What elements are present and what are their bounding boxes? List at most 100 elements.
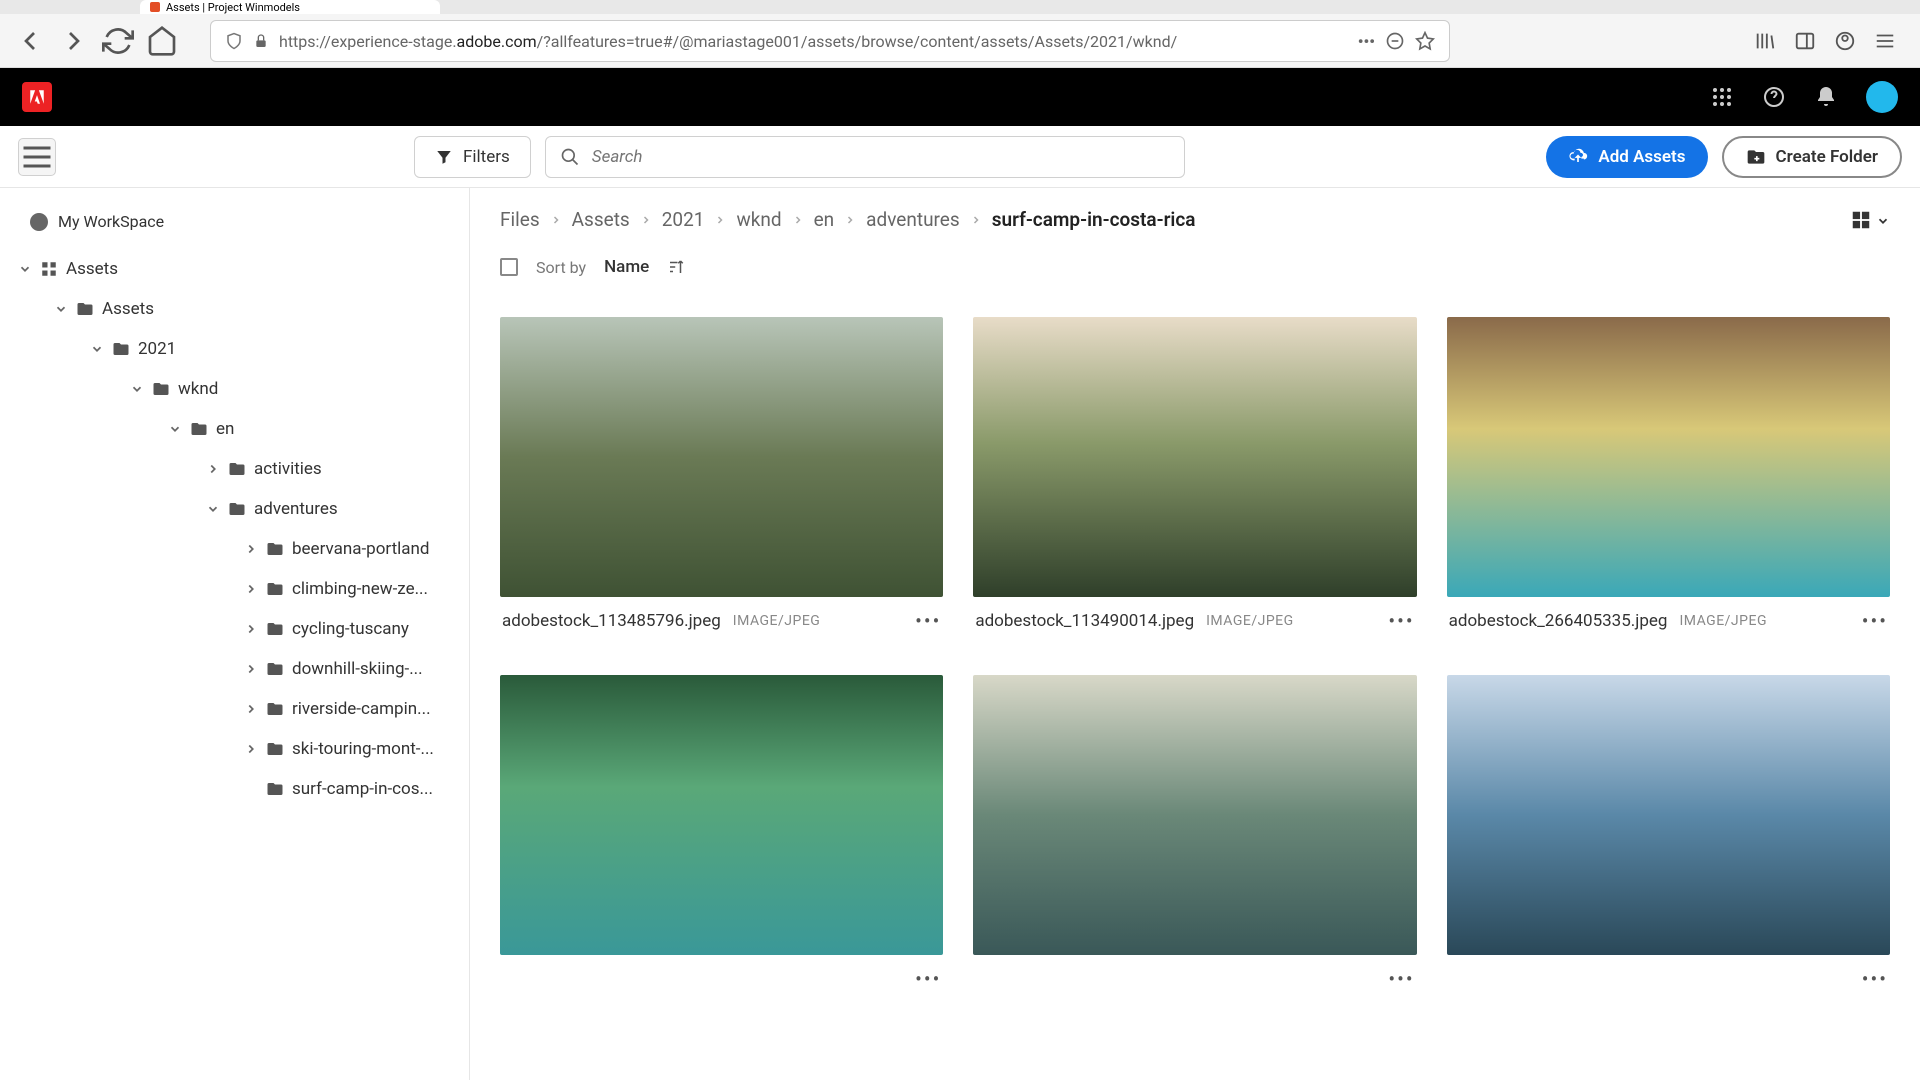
asset-thumbnail[interactable] — [1447, 317, 1890, 597]
more-icon[interactable]: ••• — [915, 967, 941, 991]
asset-card[interactable]: ••• — [500, 675, 943, 1003]
account-icon[interactable] — [1834, 30, 1856, 52]
tab-favicon-icon — [150, 2, 160, 12]
home-button[interactable] — [146, 25, 178, 57]
chevron-icon[interactable] — [130, 382, 144, 396]
filters-button[interactable]: Filters — [414, 136, 531, 178]
tree-item-beervana-portland[interactable]: beervana-portland — [10, 529, 459, 569]
create-folder-button[interactable]: Create Folder — [1722, 136, 1902, 178]
help-icon[interactable] — [1762, 85, 1786, 109]
reader-icon[interactable] — [1385, 31, 1405, 51]
browser-tab[interactable]: Assets | Project Winmodels — [140, 0, 440, 14]
chevron-icon[interactable] — [206, 502, 220, 516]
asset-card[interactable]: adobestock_266405335.jpegIMAGE/JPEG••• — [1447, 317, 1890, 645]
chevron-icon[interactable] — [244, 622, 258, 636]
tree-item-climbing-new-ze-[interactable]: climbing-new-ze... — [10, 569, 459, 609]
search-input[interactable] — [592, 147, 1170, 167]
tree-item-downhill-skiing-[interactable]: downhill-skiing-... — [10, 649, 459, 689]
chevron-icon[interactable] — [244, 582, 258, 596]
asset-card[interactable]: ••• — [973, 675, 1416, 1003]
library-icon[interactable] — [1754, 30, 1776, 52]
bookmark-icon[interactable] — [1415, 31, 1435, 51]
view-toggle[interactable] — [1850, 209, 1890, 231]
tree-item-wknd[interactable]: wknd — [10, 369, 459, 409]
folder-icon — [40, 260, 58, 278]
tree-item-assets[interactable]: Assets — [10, 289, 459, 329]
breadcrumb-files[interactable]: Files — [500, 208, 540, 231]
folder-icon — [266, 780, 284, 798]
search-box[interactable] — [545, 136, 1185, 178]
asset-card[interactable]: adobestock_113490014.jpegIMAGE/JPEG••• — [973, 317, 1416, 645]
adobe-logo-icon[interactable] — [22, 82, 52, 112]
url-text: https://experience-stage.adobe.com/?allf… — [279, 32, 1348, 51]
chevron-icon[interactable] — [244, 742, 258, 756]
folder-icon — [266, 740, 284, 758]
chevron-icon[interactable] — [18, 262, 32, 276]
chevron-down-icon — [1876, 213, 1890, 227]
back-button[interactable] — [14, 25, 46, 57]
select-all-checkbox[interactable] — [500, 258, 518, 276]
folder-icon — [266, 620, 284, 638]
tree-item-riverside-campin-[interactable]: riverside-campin... — [10, 689, 459, 729]
menu-icon[interactable] — [1874, 30, 1896, 52]
asset-thumbnail[interactable] — [973, 317, 1416, 597]
chevron-icon[interactable] — [244, 702, 258, 716]
add-assets-button[interactable]: Add Assets — [1546, 136, 1707, 178]
tree-item-adventures[interactable]: adventures — [10, 489, 459, 529]
url-bar[interactable]: https://experience-stage.adobe.com/?allf… — [210, 20, 1450, 62]
chevron-icon[interactable] — [168, 422, 182, 436]
asset-thumbnail[interactable] — [500, 675, 943, 955]
folder-plus-icon — [1746, 147, 1766, 167]
asset-thumbnail[interactable] — [500, 317, 943, 597]
tree-item-en[interactable]: en — [10, 409, 459, 449]
tree-item-label: riverside-campin... — [292, 699, 431, 719]
breadcrumb-en[interactable]: en — [814, 208, 835, 231]
more-icon[interactable]: ••• — [915, 609, 941, 633]
grid-view-icon — [1850, 209, 1872, 231]
folder-icon — [190, 420, 208, 438]
asset-card[interactable]: adobestock_113485796.jpegIMAGE/JPEG••• — [500, 317, 943, 645]
asset-thumbnail[interactable] — [1447, 675, 1890, 955]
sort-value[interactable]: Name — [604, 257, 649, 277]
more-icon[interactable]: ••• — [1388, 609, 1414, 633]
sidebar-icon[interactable] — [1794, 30, 1816, 52]
breadcrumb-wknd[interactable]: wknd — [736, 208, 781, 231]
tree-item-label: ski-touring-mont-... — [292, 739, 434, 759]
breadcrumb-adventures[interactable]: adventures — [866, 208, 960, 231]
more-icon[interactable]: ••• — [1862, 609, 1888, 633]
apps-grid-icon[interactable] — [1710, 85, 1734, 109]
asset-thumbnail[interactable] — [973, 675, 1416, 955]
forward-button[interactable] — [58, 25, 90, 57]
workspace-link[interactable]: My WorkSpace — [10, 206, 459, 249]
sort-direction-icon[interactable] — [667, 258, 685, 276]
chevron-right-icon — [792, 208, 804, 231]
tab-bar: Assets | Project Winmodels — [0, 0, 1920, 14]
chevron-icon[interactable] — [244, 542, 258, 556]
chevron-right-icon — [640, 208, 652, 231]
breadcrumb-2021[interactable]: 2021 — [662, 208, 705, 231]
chevron-icon[interactable] — [54, 302, 68, 316]
bell-icon[interactable] — [1814, 85, 1838, 109]
tree-item-activities[interactable]: activities — [10, 449, 459, 489]
tree-item-2021[interactable]: 2021 — [10, 329, 459, 369]
tree-item-surf-camp-in-cos-[interactable]: surf-camp-in-cos... — [10, 769, 459, 809]
reload-button[interactable] — [102, 25, 134, 57]
user-avatar[interactable] — [1866, 81, 1898, 113]
more-icon[interactable]: ••• — [1862, 967, 1888, 991]
search-icon — [560, 147, 580, 167]
sidebar-toggle-button[interactable] — [18, 138, 56, 176]
asset-card-footer: adobestock_266405335.jpegIMAGE/JPEG••• — [1447, 597, 1890, 645]
more-icon[interactable]: ••• — [1358, 32, 1375, 51]
folder-icon — [228, 500, 246, 518]
tree-item-label: en — [216, 419, 234, 439]
chevron-icon[interactable] — [90, 342, 104, 356]
content: FilesAssets2021wkndenadventuressurf-camp… — [470, 188, 1920, 1080]
chevron-icon[interactable] — [244, 662, 258, 676]
tree-item-cycling-tuscany[interactable]: cycling-tuscany — [10, 609, 459, 649]
asset-card[interactable]: ••• — [1447, 675, 1890, 1003]
tree-item-ski-touring-mont-[interactable]: ski-touring-mont-... — [10, 729, 459, 769]
more-icon[interactable]: ••• — [1388, 967, 1414, 991]
chevron-icon[interactable] — [206, 462, 220, 476]
tree-item-assets[interactable]: Assets — [10, 249, 459, 289]
breadcrumb-assets[interactable]: Assets — [572, 208, 630, 231]
